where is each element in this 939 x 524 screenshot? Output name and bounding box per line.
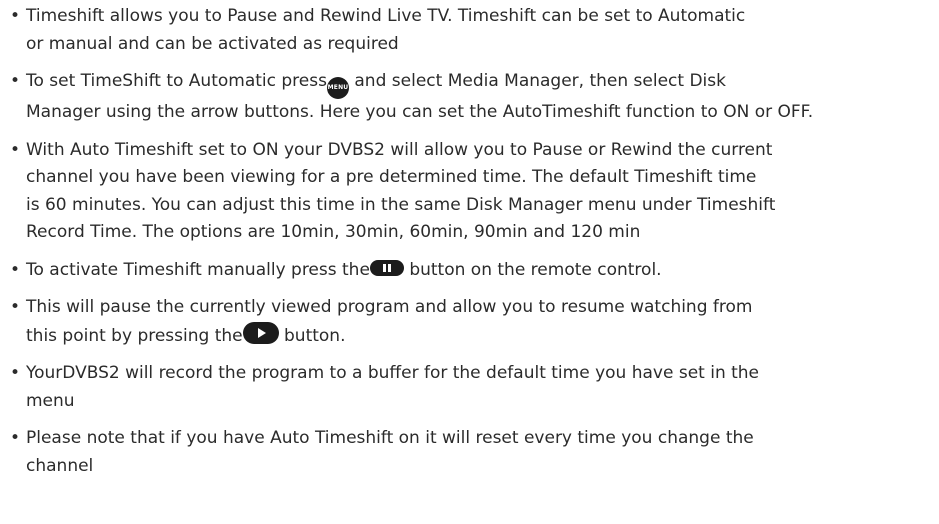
text-line: Manager using the arrow buttons. Here yo… [26, 102, 814, 122]
text-line: this point by pressing the button. [26, 321, 935, 351]
menu-button-icon: MENU [326, 77, 349, 99]
text-line: Please note that if you have Auto Timesh… [26, 428, 754, 448]
bullet-point: • [10, 428, 21, 448]
text-segment: To set TimeShift to Automatic press [26, 71, 327, 91]
bullet-point: • [10, 139, 21, 160]
list-item-buffer-recording: • YourDVBS2 will record the program to a… [10, 360, 935, 415]
instruction-list: • Timeshift allows you to Pause and Rewi… [10, 3, 935, 490]
page: { "bullets": [ { "lines": [ "Timeshift a… [0, 0, 939, 524]
list-item-automatic-setup: • To set TimeShift to Automatic pressMEN… [10, 68, 935, 127]
pause-button-icon [369, 259, 404, 276]
list-item-reset-note: • Please note that if you have Auto Time… [10, 425, 935, 480]
play-button-icon [242, 321, 279, 344]
bullet-point: • [10, 297, 21, 317]
text-line: To set TimeShift to Automatic pressMENU … [26, 68, 935, 99]
text-line: This will pause the currently viewed pro… [26, 297, 753, 317]
bullet-point: • [10, 6, 21, 26]
bullet-point: • [10, 259, 21, 280]
text-line: channel you have been viewing for a pre … [26, 167, 757, 187]
text-line: menu [26, 390, 75, 411]
text-line: Record Time. The options are 10min, 30mi… [26, 222, 641, 242]
text-segment: and select Media Manager, then select Di… [348, 71, 726, 91]
bullet-point: • [10, 71, 21, 91]
text-segment: button on the remote control. [403, 259, 662, 280]
text-line: Timeshift allows you to Pause and Rewind… [26, 6, 746, 26]
list-item-manual-activation: • To activate Timeshift manually press t… [10, 257, 935, 285]
text-line: channel [26, 455, 94, 476]
list-item-timeshift-intro: • Timeshift allows you to Pause and Rewi… [10, 3, 935, 58]
text-segment: To activate Timeshift manually press the [26, 259, 370, 280]
list-item-auto-timeshift-details: • With Auto Timeshift set to ON your DVB… [10, 137, 935, 247]
text-line: is 60 minutes. You can adjust this time … [26, 194, 776, 215]
text-line: To activate Timeshift manually press the… [26, 257, 935, 285]
text-segment: button. [278, 325, 346, 346]
bullet-point: • [10, 363, 21, 383]
list-item-resume-watching: • This will pause the currently viewed p… [10, 294, 935, 350]
text-segment: this point by pressing the [26, 325, 243, 346]
text-line: or manual and can be activated as requir… [26, 33, 399, 54]
text-line: YourDVBS2 will record the program to a b… [26, 363, 760, 383]
text-line: With Auto Timeshift set to ON your DVBS2… [26, 139, 773, 160]
